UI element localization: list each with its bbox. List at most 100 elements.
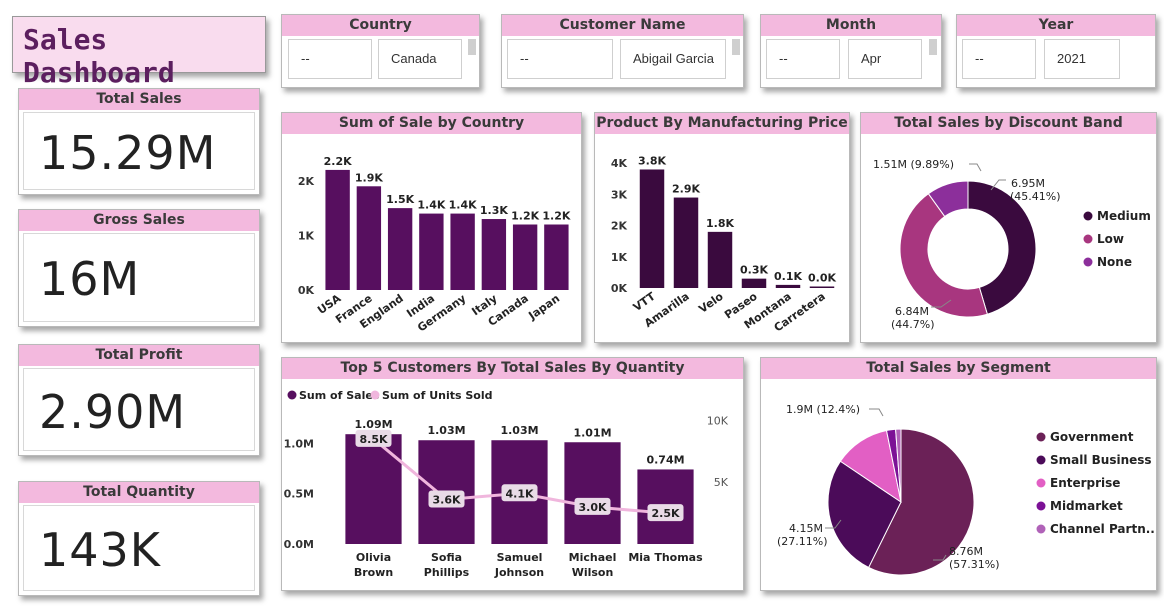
bar [741,278,767,288]
data-label: 3.8K [638,154,666,167]
customers-combo-chart: Sum of Sales Sum of Units Sold 0.0M 0.5M 1.0… [284,389,729,579]
slice-percent: (27.11%) [777,535,828,548]
data-label: 1.09M [354,418,392,431]
slicer-scrollbar[interactable] [929,39,937,55]
y-tick-label: 1K [611,251,628,264]
legend-marker [287,390,297,400]
y-tick-label: 1.0M [284,437,314,450]
slicer-option[interactable]: -- [766,39,840,79]
chart-title: Total Sales by Segment [761,358,1156,379]
line-data-label: 4.1K [505,487,533,500]
legend-marker [1036,432,1046,442]
y-tick-label: 3K [611,188,628,201]
data-label: 1.01M [573,426,611,439]
chart-title: Sum of Sale by Country [282,113,581,134]
slicer-month: Month -- Apr [760,14,942,88]
slice-label: 6.84M [895,305,929,318]
data-label: 2.9K [672,183,700,196]
x-tick-label: Phillips [424,566,470,579]
slice-percent: (57.31%) [949,558,1000,571]
data-label: 1.9K [355,171,383,184]
slicer-title: Month [761,15,941,36]
legend-marker [1036,478,1046,488]
legend-label: Midmarket [1050,499,1123,513]
x-tick-label: Sofia [431,551,462,564]
x-tick-label: Mia Thomas [628,551,703,564]
slicer-scrollbar[interactable] [732,39,740,55]
legend-marker [1083,234,1093,244]
data-label: 0.74M [646,453,684,466]
legend-label: Small Business [1050,453,1152,467]
legend-label: Enterprise [1050,476,1120,490]
legend-marker [1036,524,1046,534]
legend-label: None [1097,255,1132,269]
data-label: 2.2K [324,155,352,168]
data-label: 0.0K [808,272,836,285]
slicer-title: Customer Name [502,15,743,36]
dashboard-title-box: Sales Dashboard [12,16,266,89]
data-label: 1.03M [500,424,538,437]
slice-label: 8.76M [949,545,983,558]
legend-label: Sum of Sales [299,389,380,402]
chart-sales-by-segment: Total Sales by Segment Government Small B… [760,357,1157,591]
bar [387,208,413,290]
x-tick-label: Wilson [572,566,614,579]
data-label: 1.3K [480,204,508,217]
slicer-option[interactable]: Apr [848,39,922,79]
x-tick-label: Michael [569,551,617,564]
y-tick-label: 0K [611,282,628,295]
slice-percent: (45.41%) [1010,190,1061,203]
bar [356,186,382,290]
y2-tick-label: 5K [714,476,729,489]
legend-marker [1083,257,1093,267]
legend-marker [1083,211,1093,221]
kpi-value: 143K [39,523,161,577]
chart-product-by-price: Product By Manufacturing Price 0K 1K 2K 3K 4… [594,112,850,343]
bar [809,286,835,288]
x-tick-label: Samuel [497,551,543,564]
slicer-year: Year -- 2021 [956,14,1156,88]
bar [419,213,444,290]
data-label: 0.1K [774,270,802,283]
legend-marker [370,390,380,400]
kpi-label: Total Sales [19,89,259,110]
y-tick-label: 2K [611,220,628,233]
slicer-option[interactable]: Abigail Garcia [620,39,726,79]
segment-pie-chart: Government Small Business Enterprise Midmar… [777,403,1156,576]
slice-percent: (44.7%) [891,318,935,331]
slicer-option[interactable]: Canada [378,39,462,79]
kpi-total-profit: Total Profit 2.90M [18,344,260,456]
data-label: 1.8K [706,217,734,230]
kpi-total-quantity: Total Quantity 143K [18,481,260,596]
legend-label: Medium [1097,209,1151,223]
leader-line [869,408,884,417]
kpi-value: 15.29M [39,126,217,180]
y-tick-label: 1K [298,229,315,242]
slicer-option[interactable]: -- [962,39,1036,79]
y-tick-label: 4K [611,157,628,170]
kpi-total-sales: Total Sales 15.29M [18,88,260,195]
product-bar-chart: 0K1K2K3K4K 3.8KVTT2.9KAmarilla1.8KVelo0.3… [611,154,837,334]
slicer-option[interactable]: -- [507,39,613,79]
legend-label: Government [1050,430,1134,444]
bar [512,224,538,290]
kpi-label: Gross Sales [19,210,259,231]
kpi-gross-sales: Gross Sales 16M [18,209,260,327]
line-data-label: 2.5K [651,507,679,520]
line-data-label: 8.5K [359,433,387,446]
y-tick-label: 0.0M [284,538,314,551]
y-tick-label: 0.5M [284,488,314,501]
x-tick-label: Japan [525,292,562,323]
bar [564,442,621,544]
discount-donut-chart: Medium Low None 6.95M(45.41%) 6.84M(44.7%) 1.… [873,158,1151,331]
line-data-label: 3.0K [578,501,606,514]
legend-label: Low [1097,232,1124,246]
slicer-option[interactable]: 2021 [1044,39,1120,79]
legend-marker [1036,501,1046,511]
bar [450,213,475,290]
leader-line [969,163,982,172]
slicer-option[interactable]: -- [288,39,372,79]
slicer-scrollbar[interactable] [468,39,476,55]
x-tick-label: Olivia [356,551,391,564]
slicer-country: Country -- Canada [281,14,480,88]
